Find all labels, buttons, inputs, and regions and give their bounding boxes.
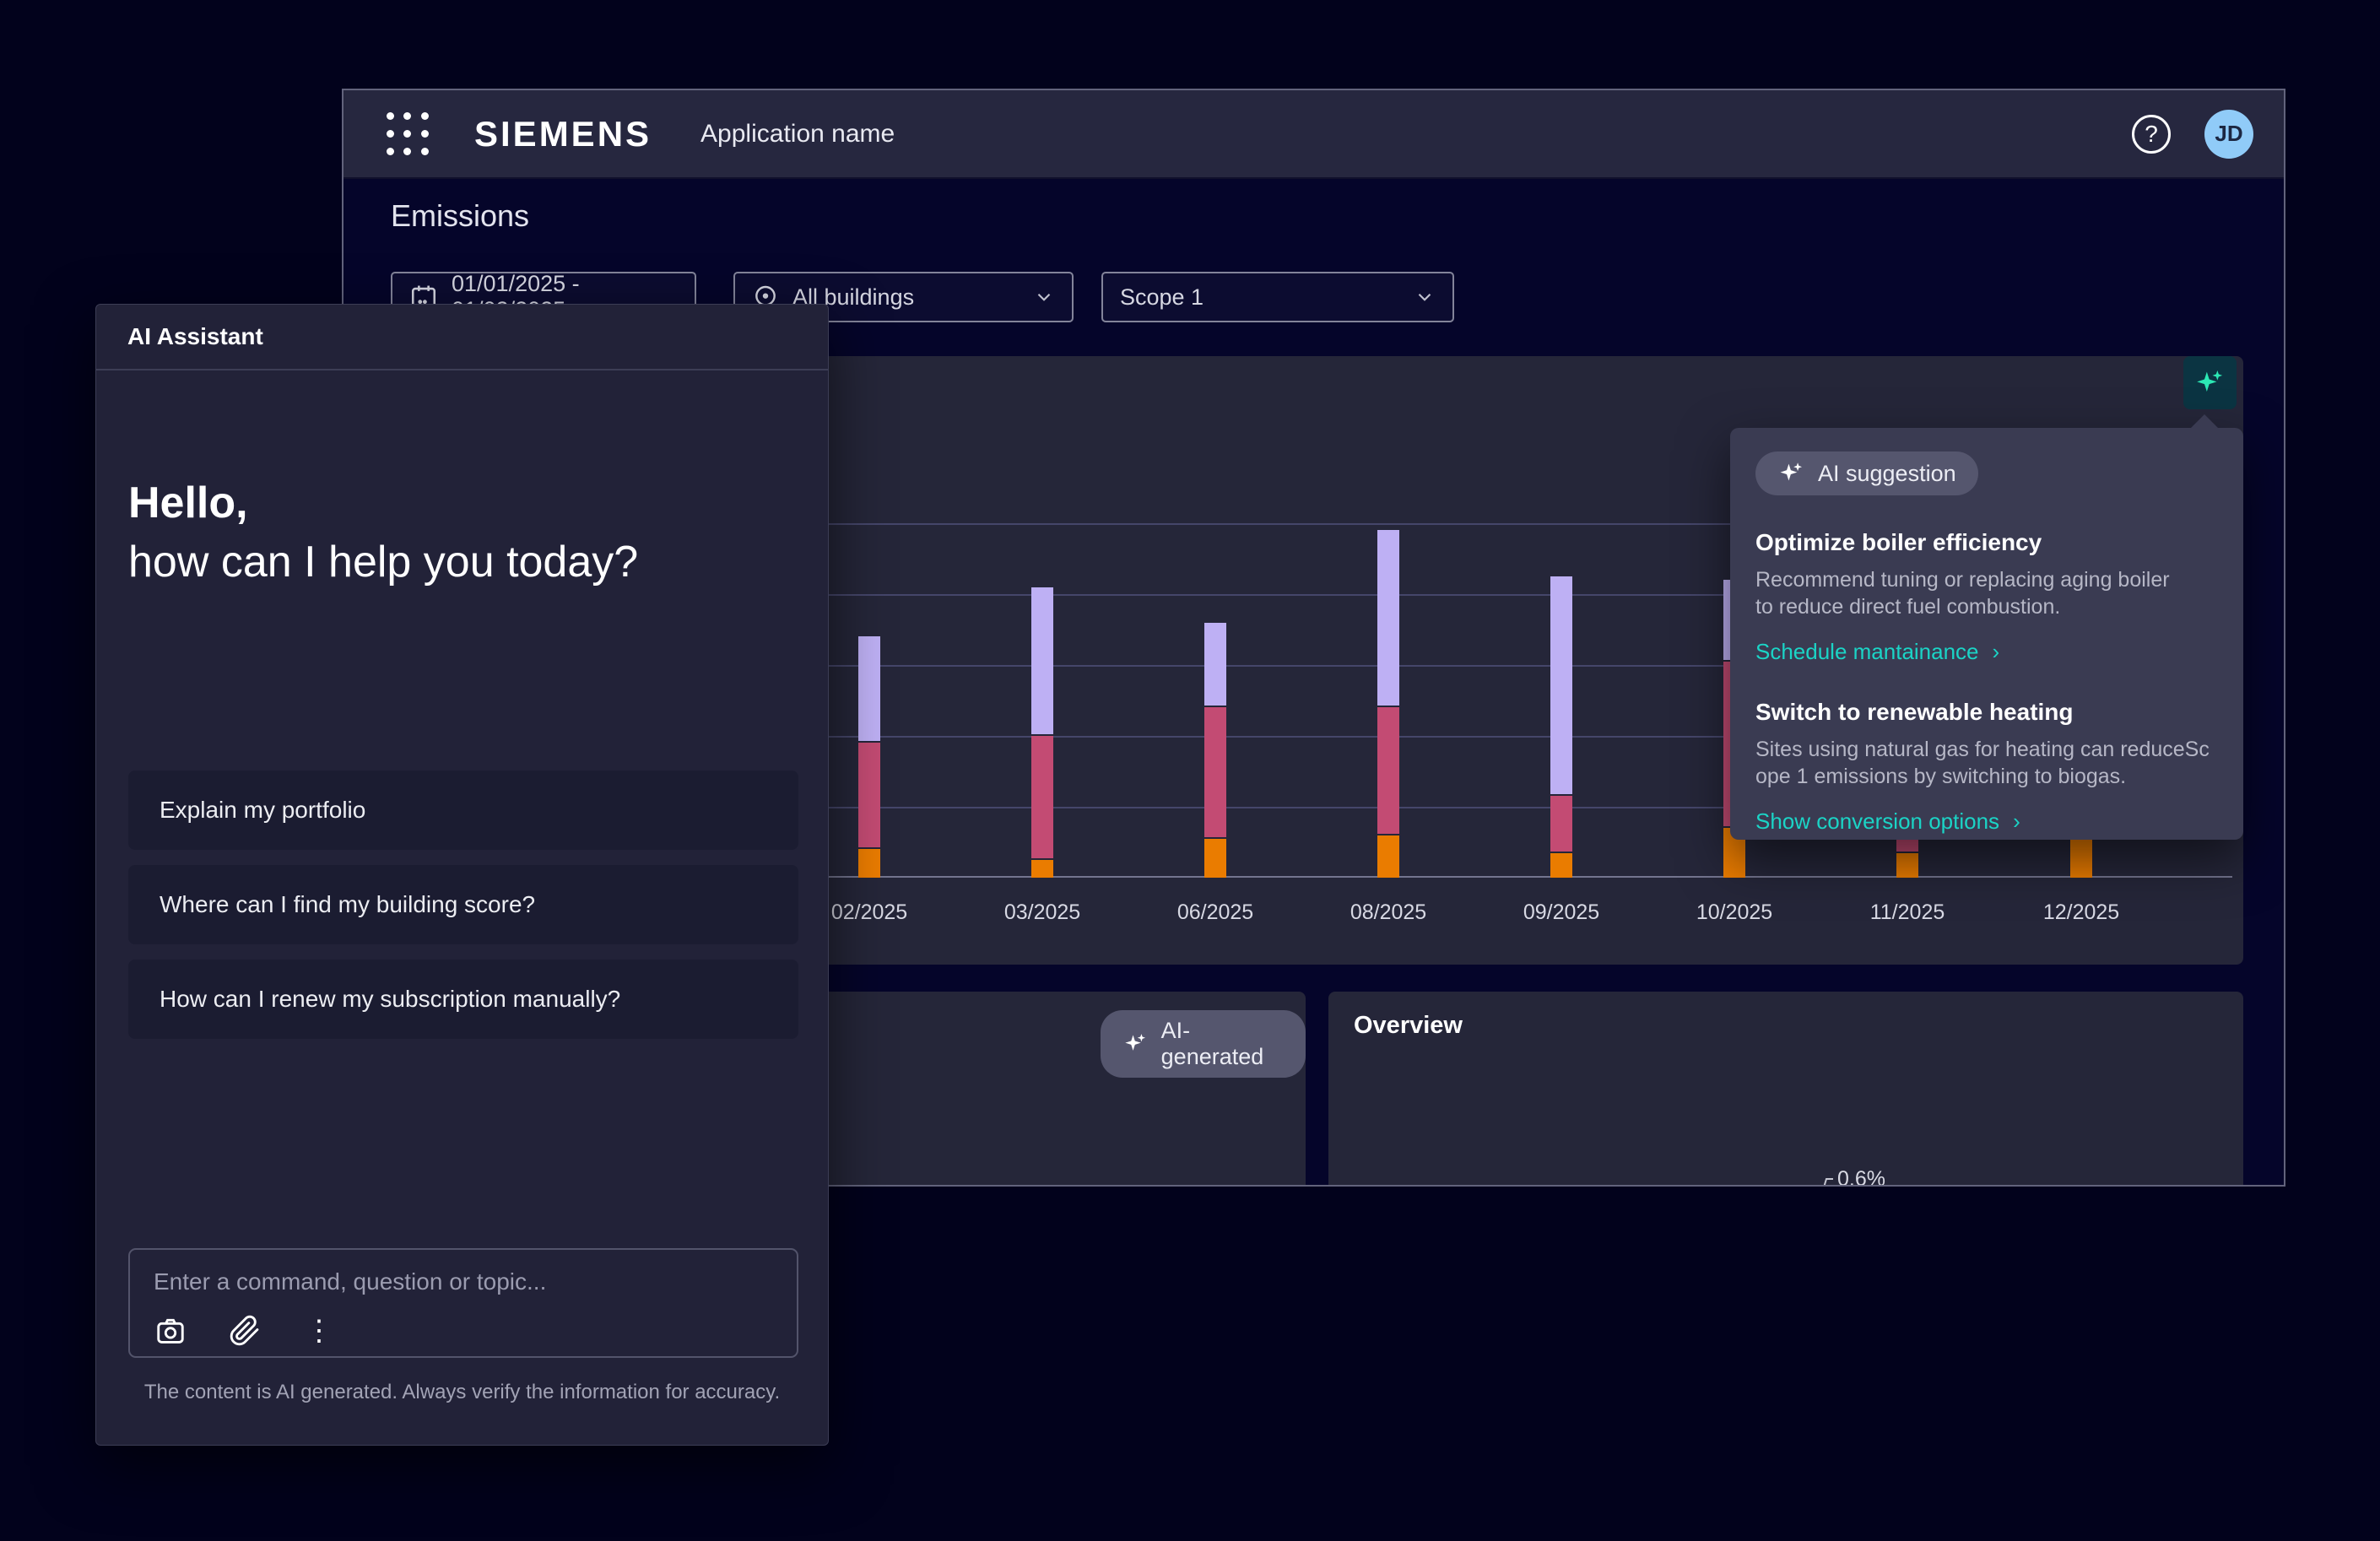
application-name: Application name [700, 120, 895, 149]
x-axis-label: 08/2025 [1321, 900, 1456, 925]
bottom-segment [1031, 860, 1053, 878]
scope-filter-value: Scope 1 [1120, 284, 1204, 311]
suggestion-body: Recommend tuning or replacing aging boil… [1755, 566, 2218, 620]
top-segment [1204, 623, 1226, 708]
stacked-bar-09/2025[interactable] [1550, 576, 1572, 878]
siemens-logo: SIEMENS [474, 114, 652, 154]
x-axis-label: 06/2025 [1148, 900, 1283, 925]
ai-generated-badge: AI-generated [1101, 1010, 1306, 1078]
x-axis-label: 09/2025 [1494, 900, 1629, 925]
assistant-greeting: Hello, how can I help you today? [128, 473, 638, 592]
stacked-bar-06/2025[interactable] [1204, 623, 1226, 878]
x-axis-label: 03/2025 [975, 900, 1110, 925]
help-icon[interactable]: ? [2132, 115, 2171, 154]
top-segment [1550, 576, 1572, 796]
chevron-down-icon [1414, 286, 1436, 308]
more-options-icon[interactable]: ⋮ [302, 1314, 336, 1348]
ai-suggestion-badge: AI suggestion [1755, 451, 1978, 495]
suggestion-title: Optimize boiler efficiency [1755, 529, 2218, 556]
chevron-down-icon [1033, 286, 1055, 308]
ai-disclaimer: The content is AI generated. Always veri… [96, 1381, 828, 1404]
attachment-icon[interactable] [228, 1314, 262, 1348]
camera-icon[interactable] [154, 1314, 187, 1348]
ai-assistant-header: AI Assistant [96, 305, 828, 370]
stacked-bar-02/2025[interactable] [858, 636, 880, 878]
top-segment [858, 636, 880, 743]
assistant-input[interactable] [154, 1262, 761, 1302]
app-launcher-icon[interactable] [381, 108, 434, 160]
chevron-right-icon: › [1993, 639, 2000, 665]
page-title: Emissions [391, 198, 529, 234]
suggestion-body: Sites using natural gas for heating can … [1755, 736, 2218, 790]
suggestion-title: Switch to renewable heating [1755, 699, 2218, 726]
bottom-segment [1896, 853, 1918, 878]
stacked-bar-08/2025[interactable] [1377, 530, 1399, 878]
ai-generated-badge-label: AI-generated [1161, 1018, 1284, 1070]
ai-sparkle-button[interactable] [2183, 356, 2237, 409]
pie-callout-label: 0.6% [1837, 1167, 1885, 1187]
overview-card: Overview 0.6% 10.71% [1328, 992, 2243, 1187]
suggestion-explain-portfolio[interactable]: Explain my portfolio [128, 770, 798, 850]
middle-segment [858, 743, 880, 849]
sparkle-icon [1777, 459, 1806, 488]
stacked-bar-03/2025[interactable] [1031, 587, 1053, 878]
x-axis-label: 10/2025 [1667, 900, 1802, 925]
app-header: SIEMENS Application name ? JD [343, 90, 2284, 179]
show-conversion-options-link[interactable]: Show conversion options › [1755, 808, 2218, 835]
ai-suggestion-popup: AI suggestion Optimize boiler efficiency… [1730, 428, 2243, 840]
popup-caret [2190, 414, 2219, 429]
schedule-maintenance-link[interactable]: Schedule mantainance › [1755, 639, 2218, 665]
x-axis-label: 11/2025 [1840, 900, 1975, 925]
middle-segment [1550, 796, 1572, 852]
ai-suggestion-badge-label: AI suggestion [1818, 461, 1956, 487]
middle-segment [1377, 707, 1399, 835]
assistant-input-box: ⋮ [128, 1248, 798, 1358]
x-axis-label: 12/2025 [2014, 900, 2149, 925]
ai-assistant-panel: AI Assistant Hello, how can I help you t… [95, 304, 829, 1446]
avatar[interactable]: JD [2204, 110, 2253, 159]
bottom-segment [1204, 839, 1226, 878]
callout-lines [1328, 992, 2243, 1187]
bottom-segment [858, 849, 880, 878]
middle-segment [1204, 707, 1226, 838]
top-segment [1031, 587, 1053, 736]
page: SIEMENS Application name ? JD Emissions … [0, 0, 2380, 1541]
scope-filter[interactable]: Scope 1 [1101, 272, 1454, 322]
bottom-segment [1550, 853, 1572, 878]
ai-sparkle-icon [2193, 366, 2227, 400]
middle-segment [1031, 736, 1053, 860]
bottom-segment [1377, 835, 1399, 878]
chevron-right-icon: › [2013, 808, 2020, 835]
suggestion-building-score[interactable]: Where can I find my building score? [128, 865, 798, 944]
overview-title: Overview [1354, 1012, 1463, 1040]
top-segment [1377, 530, 1399, 707]
suggestion-renew-subscription[interactable]: How can I renew my subscription manually… [128, 960, 798, 1039]
sparkle-icon [1122, 1030, 1149, 1058]
ai-assistant-title: AI Assistant [127, 323, 263, 350]
